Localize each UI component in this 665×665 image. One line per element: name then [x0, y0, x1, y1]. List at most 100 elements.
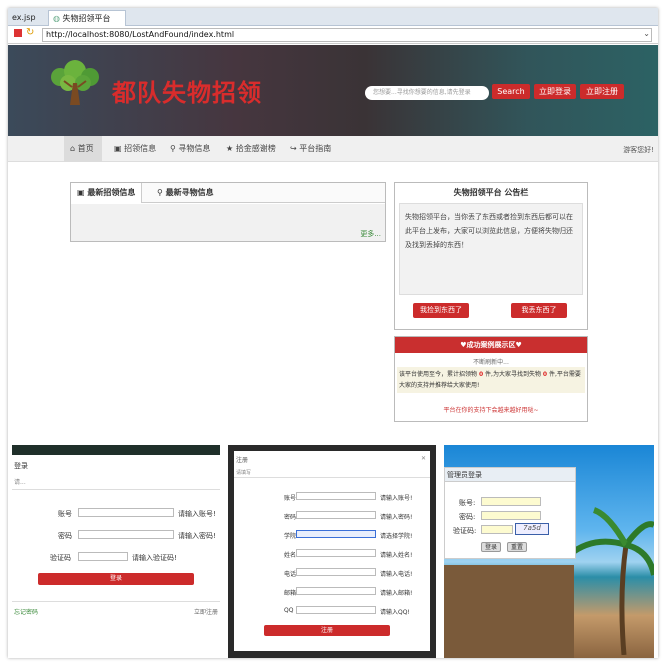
field-hint: 请输入QQ! [380, 609, 410, 616]
account-field[interactable] [296, 492, 376, 500]
admin-title: 管理员登录 [445, 468, 575, 482]
success-panel: ♥成功案例展示区♥ 不断刷新中... 该平台使用至今，累计招领物 0 件,为大家… [394, 336, 588, 422]
login-submit-button[interactable]: 登录 [38, 573, 194, 585]
tab-label: 最新寻物信息 [165, 188, 214, 197]
tab-label: 最新招领信息 [87, 188, 136, 197]
password-field[interactable] [78, 530, 174, 539]
account-label: 账号 [58, 510, 72, 518]
screenshot-collage: ex.jsp ◍ 失物招领平台 ✕ ↻ http://localhost:808… [8, 8, 658, 658]
nav-item-home[interactable]: ⌂ 首页 [64, 136, 102, 162]
tab-latest-lost[interactable]: ⚲ 最新寻物信息 [151, 183, 220, 203]
stop-icon[interactable] [14, 29, 22, 37]
login-top-bar [12, 445, 220, 455]
site-title: 都队失物招领 [112, 78, 262, 107]
divider [12, 601, 220, 602]
close-icon[interactable]: ✕ [421, 455, 426, 462]
field-label: 密码 [284, 514, 297, 521]
divider [12, 489, 220, 490]
tree-logo-icon [51, 60, 99, 105]
password-field[interactable] [296, 511, 376, 519]
nav-item-found[interactable]: ▣ 招领信息 [108, 136, 162, 162]
register-submit-button[interactable]: 注册 [264, 625, 390, 636]
admin-login-box: 管理员登录 账号: 密码: 验证码: 7a5d 登录 重置 [444, 467, 576, 559]
admin-login-button[interactable]: 登录 [481, 542, 501, 552]
tab-latest-found[interactable]: ▣ 最新招领信息 [71, 183, 143, 203]
login-screenshot: 登录 请... 账号 请输入账号! 密码 请输入密码! 验证码 请输入验证码! … [12, 445, 220, 658]
search-input[interactable]: 您想要...寻找你想要的信息,请先登录 [365, 86, 489, 100]
account-field[interactable] [78, 508, 174, 517]
field-label: 邮箱 [284, 590, 297, 597]
password-hint: 请输入密码! [178, 532, 216, 540]
login-button[interactable]: 立即登录 [534, 84, 576, 99]
stats-text: 该平台使用至今，累计招领物 [399, 371, 478, 378]
rock-image [444, 565, 574, 658]
panel-tabs: ▣ 最新招领信息 ⚲ 最新寻物信息 [71, 183, 385, 203]
college-select[interactable] [296, 530, 376, 538]
nav-label: 首页 [77, 144, 94, 153]
main-nav: ⌂ 首页 ▣ 招领信息 ⚲ 寻物信息 ★ 拾金感谢榜 ↪ 平台指南 游客您好! [8, 136, 658, 162]
address-bar: ↻ http://localhost:8080/LostAndFound/ind… [8, 26, 658, 44]
admin-password-field[interactable] [481, 511, 541, 520]
panel-body [71, 204, 385, 241]
chevron-down-icon[interactable]: ⌄ [643, 29, 650, 38]
image-icon: ▣ [77, 188, 85, 197]
admin-captcha-field[interactable] [481, 525, 513, 534]
field-hint: 请输入电话! [380, 571, 413, 578]
field-hint: 请输入姓名! [380, 552, 413, 559]
admin-captcha-label: 验证码: [453, 527, 477, 535]
search-button[interactable]: Search [492, 84, 530, 99]
home-icon: ⌂ [70, 144, 76, 153]
register-sub: 请填写 [236, 470, 252, 476]
nav-label: 招领信息 [124, 144, 157, 153]
admin-reset-button[interactable]: 重置 [507, 542, 527, 552]
captcha-image[interactable]: 7a5d [515, 523, 549, 535]
admin-password-label: 密码: [459, 513, 476, 521]
image-icon: ▣ [114, 144, 122, 153]
nav-item-thanks[interactable]: ★ 拾金感谢榜 [220, 136, 282, 162]
captcha-label: 验证码 [50, 554, 71, 562]
success-subtitle: 不断刷新中... [473, 359, 509, 366]
nav-label: 拾金感谢榜 [235, 144, 276, 153]
phone-field[interactable] [296, 568, 376, 576]
forgot-link[interactable]: 忘记密码 [14, 607, 38, 616]
register-screenshot: 注册 ✕ 请填写 账号 请输入账号! 密码 请输入密码! 学院 请选择学院! 姓… [228, 445, 436, 658]
share-icon: ↪ [290, 144, 297, 153]
notice-panel: 失物招领平台 公告栏 失物招领平台，当你丢了东西或者捡到东西后都可以在此平台上发… [394, 182, 588, 330]
tab-label: 失物招领平台 [62, 14, 111, 23]
site-banner: 都队失物招领 您想要...寻找你想要的信息,请先登录 Search 立即登录 立… [8, 45, 658, 136]
notice-title: 失物招领平台 公告栏 [453, 188, 529, 197]
browser-tab[interactable]: ex.jsp [8, 10, 40, 26]
name-field[interactable] [296, 549, 376, 557]
nav-item-guide[interactable]: ↪ 平台指南 [284, 136, 337, 162]
account-hint: 请输入账号! [178, 510, 216, 518]
star-icon: ★ [226, 144, 234, 153]
field-label: QQ [284, 607, 294, 614]
field-hint: 请输入账号! [380, 495, 413, 502]
field-hint: 请选择学院! [380, 533, 413, 540]
field-hint: 请输入密码! [380, 514, 413, 521]
admin-account-field[interactable] [481, 497, 541, 506]
browser-tab-bar: ex.jsp ◍ 失物招领平台 ✕ [8, 8, 658, 39]
notice-body: 失物招领平台，当你丢了东西或者捡到东西后都可以在此平台上发布，大家可以浏览此信息… [399, 203, 583, 295]
browser-tab-active[interactable]: ◍ 失物招领平台 ✕ [48, 10, 126, 39]
register-button[interactable]: 立即注册 [580, 84, 624, 99]
lost-count: 0 [542, 371, 548, 378]
lost-item-button[interactable]: 我丢东西了 [511, 303, 567, 318]
field-label: 电话 [284, 571, 297, 578]
search-placeholder: 您想要...寻找你想要的信息,请先登录 [373, 89, 471, 96]
admin-screenshot: 管理员登录 账号: 密码: 验证码: 7a5d 登录 重置 [444, 445, 654, 658]
login-sub: 请... [14, 479, 26, 486]
qq-field[interactable] [296, 606, 376, 614]
palm-tree-image [567, 507, 654, 655]
url-field[interactable]: http://localhost:8080/LostAndFound/index… [42, 28, 652, 42]
tab-label: ex.jsp [12, 13, 36, 22]
email-field[interactable] [296, 587, 376, 595]
more-link[interactable]: 更多... [360, 229, 381, 239]
register-link[interactable]: 立即注册 [194, 607, 218, 616]
captcha-field[interactable] [78, 552, 128, 561]
nav-label: 平台指南 [299, 144, 332, 153]
found-item-button[interactable]: 我捡到东西了 [413, 303, 469, 318]
refresh-icon[interactable]: ↻ [26, 27, 34, 38]
nav-item-lost[interactable]: ⚲ 寻物信息 [164, 136, 216, 162]
field-label: 姓名 [284, 552, 297, 559]
